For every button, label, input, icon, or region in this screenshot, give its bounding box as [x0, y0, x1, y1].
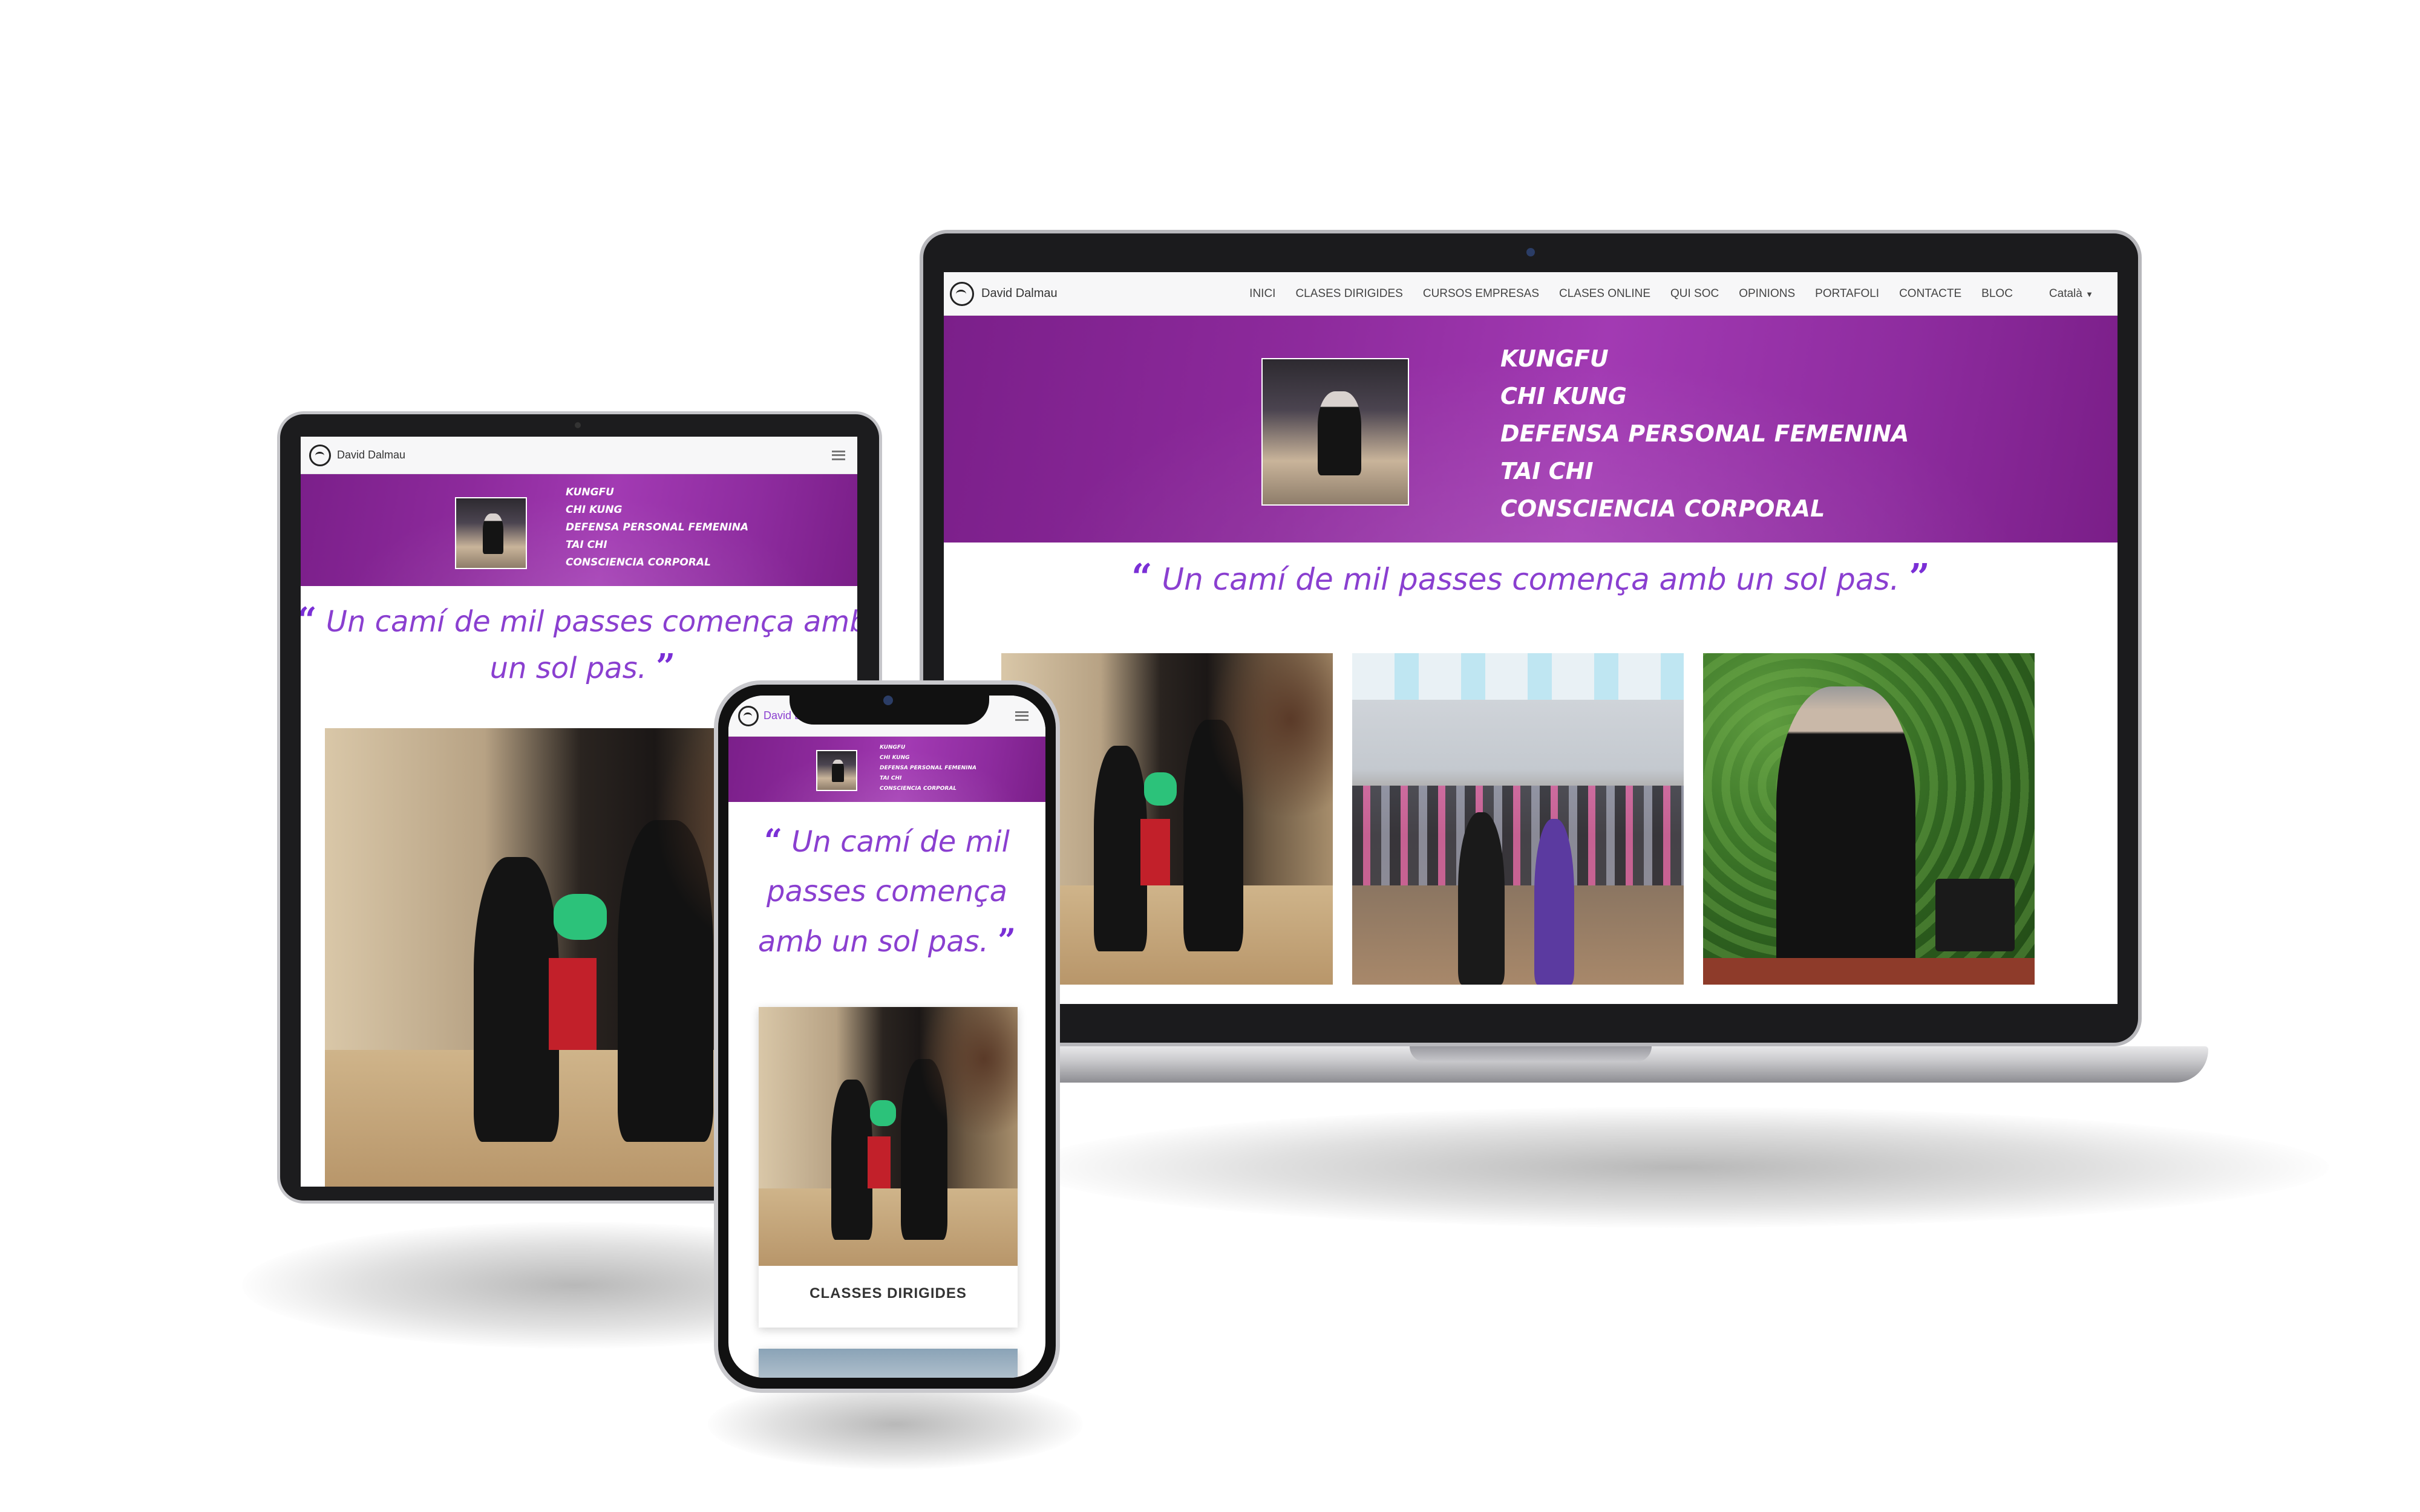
- quote-open-mark: “: [1131, 556, 1153, 599]
- nav-portafoli[interactable]: PORTAFOLI: [1815, 287, 1879, 301]
- service-card-next[interactable]: [759, 1349, 1018, 1378]
- hero-item: KUNGFU: [1500, 345, 1609, 372]
- nav-contacte[interactable]: CONTACTE: [1899, 287, 1961, 301]
- hero-banner: KUNGFU CHI KUNG DEFENSA PERSONAL FEMENIN…: [944, 316, 2118, 543]
- hero-list: KUNGFU CHI KUNG DEFENSA PERSONAL FEMENIN…: [880, 743, 976, 794]
- gallery-photo-2[interactable]: [1352, 653, 1684, 985]
- brand-name[interactable]: David Dalmau: [981, 287, 1058, 301]
- laptop-device: David Dalmau INICI CLASES DIRIGIDES CURS…: [853, 230, 2275, 1089]
- tablet-camera: [575, 422, 581, 428]
- language-dropdown[interactable]: Català ▼: [2049, 287, 2093, 301]
- gallery-photo-3[interactable]: [1703, 653, 2035, 985]
- quote-text: Un camí de mil passes comença amb un sol…: [757, 825, 1010, 959]
- nav-bloc[interactable]: BLOC: [1981, 287, 2013, 301]
- hero-item: TAI CHI: [880, 775, 902, 781]
- hero-item: TAI CHI: [566, 539, 607, 551]
- hero-item: KUNGFU: [880, 745, 906, 751]
- laptop-shadow: [1028, 1107, 2329, 1228]
- nav-inici[interactable]: INICI: [1249, 287, 1275, 301]
- hero-item: CONSCIENCIA CORPORAL: [566, 556, 711, 569]
- hero-item: DEFENSA PERSONAL FEMENINA: [1500, 420, 1909, 447]
- nav-clases-dirigides[interactable]: CLASES DIRIGIDES: [1295, 287, 1402, 301]
- hero-item: CONSCIENCIA CORPORAL: [880, 786, 957, 792]
- laptop-screen: David Dalmau INICI CLASES DIRIGIDES CURS…: [944, 272, 2118, 1004]
- tablet-navbar: David Dalmau: [301, 437, 857, 474]
- phone-screen: David Dalmau KUNGFU CHI KUNG DEFENSA PER…: [728, 696, 1045, 1378]
- phone-camera: [883, 696, 893, 705]
- quote-text: Un camí de mil passes comença amb un sol…: [1162, 562, 1900, 597]
- hero-item: CHI KUNG: [880, 755, 910, 761]
- hero-banner: KUNGFU CHI KUNG DEFENSA PERSONAL FEMENIN…: [301, 474, 857, 586]
- nav-qui-soc[interactable]: QUI SOC: [1670, 287, 1719, 301]
- hero-item: CONSCIENCIA CORPORAL: [1500, 495, 1825, 522]
- laptop-notch: [1410, 1046, 1652, 1062]
- quote-text: Un camí de mil passes comença amb un sol…: [325, 605, 857, 685]
- logo-icon[interactable]: [950, 281, 974, 306]
- laptop-camera: [1526, 248, 1535, 256]
- laptop-navbar: David Dalmau INICI CLASES DIRIGIDES CURS…: [944, 272, 2118, 316]
- quote-close-mark: ”: [998, 922, 1016, 959]
- caret-down-icon: ▼: [2085, 289, 2093, 299]
- quote: “ Un camí de mil passes comença amb un s…: [944, 556, 2118, 599]
- nav-links: INICI CLASES DIRIGIDES CURSOS EMPRESAS C…: [1249, 287, 2093, 301]
- service-card[interactable]: CLASSES DIRIGIDES: [759, 1007, 1018, 1328]
- logo-icon[interactable]: [738, 705, 759, 726]
- logo-icon[interactable]: [309, 444, 331, 466]
- quote-close-mark: ”: [656, 647, 676, 686]
- quote: “ Un camí de mil passes comença amb un s…: [301, 598, 857, 691]
- nav-clases-online[interactable]: CLASES ONLINE: [1559, 287, 1650, 301]
- hero-banner: KUNGFU CHI KUNG DEFENSA PERSONAL FEMENIN…: [728, 737, 1045, 802]
- nav-cursos-empresas[interactable]: CURSOS EMPRESAS: [1423, 287, 1539, 301]
- quote: “ Un camí de mil passes comença amb un s…: [739, 816, 1035, 966]
- hero-item: KUNGFU: [566, 486, 614, 498]
- card-title: CLASSES DIRIGIDES: [809, 1285, 967, 1302]
- brand-name[interactable]: David Dalmau: [337, 449, 405, 461]
- hero-photo: [455, 497, 527, 569]
- nav-opinions[interactable]: OPINIONS: [1739, 287, 1795, 301]
- hero-list: KUNGFU CHI KUNG DEFENSA PERSONAL FEMENIN…: [566, 484, 748, 572]
- quote-open-mark: “: [301, 600, 317, 640]
- hero-item: CHI KUNG: [566, 504, 623, 516]
- menu-icon[interactable]: [832, 450, 845, 460]
- hero-photo: [1261, 358, 1409, 506]
- hero-item: DEFENSA PERSONAL FEMENINA: [566, 521, 749, 533]
- quote-open-mark: “: [764, 823, 782, 859]
- menu-icon[interactable]: [1015, 711, 1028, 721]
- hero-item: TAI CHI: [1500, 458, 1594, 484]
- hero-photo: [816, 750, 857, 791]
- card-photo: [759, 1007, 1018, 1266]
- quote-close-mark: ”: [1909, 556, 1930, 599]
- hero-item: CHI KUNG: [1500, 383, 1627, 409]
- hero-item: DEFENSA PERSONAL FEMENINA: [880, 765, 976, 771]
- hero-list: KUNGFU CHI KUNG DEFENSA PERSONAL FEMENIN…: [1500, 340, 1909, 527]
- language-label: Català: [2049, 287, 2082, 300]
